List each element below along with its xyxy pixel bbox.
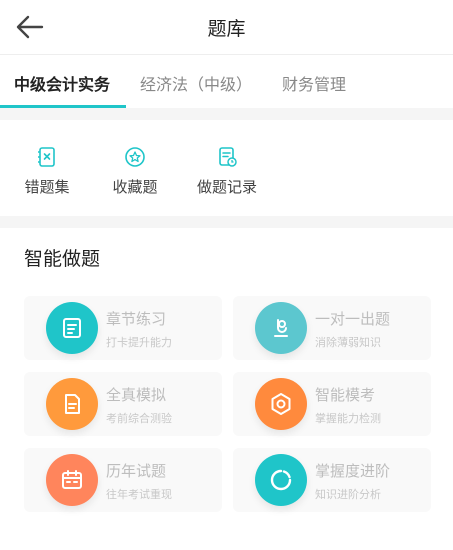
card-title: 历年试题: [106, 462, 167, 480]
past-papers-card[interactable]: 历年试题 往年考试重现: [24, 448, 222, 512]
star-badge-icon: [125, 147, 145, 167]
past-papers-icon: [46, 454, 98, 506]
section-divider: [0, 108, 453, 120]
subject-tabs: 中级会计实务 经济法（中级） 财务管理: [0, 55, 453, 108]
smart-practice-title: 智能做题: [24, 248, 101, 270]
mastery-icon: [255, 454, 307, 506]
error-book-icon: [38, 147, 55, 167]
tab-intermediate-accounting[interactable]: 中级会计实务: [14, 71, 110, 95]
card-title: 掌握度进阶: [315, 462, 391, 480]
mock-exam-card[interactable]: 全真模拟 考前综合测验: [24, 372, 222, 436]
chapter-practice-icon: [46, 302, 98, 354]
quick-action-label: 收藏题: [112, 178, 158, 196]
card-title: 章节练习: [106, 310, 167, 328]
section-divider: [0, 216, 453, 228]
quick-action-label: 错题集: [24, 178, 70, 196]
card-subtitle: 消除薄弱知识: [315, 336, 381, 349]
tab-financial-management[interactable]: 财务管理: [282, 71, 346, 95]
card-subtitle: 知识进阶分析: [315, 488, 381, 501]
one-on-one-icon: [255, 302, 307, 354]
one-on-one-card[interactable]: 一对一出题 消除薄弱知识: [233, 296, 431, 360]
page-title: 题库: [207, 18, 246, 40]
top-bar: 题库: [0, 0, 453, 55]
practice-record-button[interactable]: 做题记录: [194, 146, 260, 197]
tab-economic-law[interactable]: 经济法（中级）: [140, 71, 252, 95]
card-title: 一对一出题: [315, 310, 391, 328]
card-title: 智能模考: [315, 386, 376, 404]
quick-actions: 错题集 收藏题 做题记录: [0, 120, 453, 216]
smart-exam-card[interactable]: 智能模考 掌握能力检测: [233, 372, 431, 436]
record-icon: [219, 147, 237, 167]
mock-exam-icon: [46, 378, 98, 430]
card-subtitle: 往年考试重现: [106, 488, 172, 501]
wrong-questions-button[interactable]: 错题集: [22, 146, 72, 197]
card-subtitle: 考前综合测验: [106, 412, 172, 425]
quick-action-label: 做题记录: [196, 178, 257, 196]
card-subtitle: 掌握能力检测: [315, 412, 381, 425]
chapter-practice-card[interactable]: 章节练习 打卡提升能力: [24, 296, 222, 360]
favorites-button[interactable]: 收藏题: [110, 146, 160, 197]
card-subtitle: 打卡提升能力: [106, 336, 172, 349]
mastery-card[interactable]: 掌握度进阶 知识进阶分析: [233, 448, 431, 512]
card-title: 全真模拟: [106, 386, 167, 404]
smart-exam-icon: [255, 378, 307, 430]
